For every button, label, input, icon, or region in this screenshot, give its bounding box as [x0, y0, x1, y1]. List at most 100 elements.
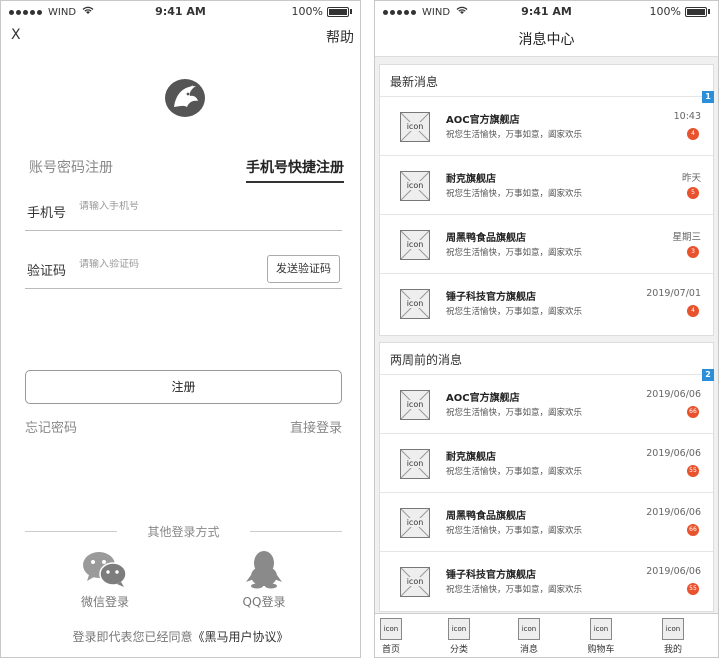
message-time: 2019/06/06	[646, 507, 701, 518]
battery-icon	[685, 6, 707, 17]
section-heading: 两周前的消息 2	[380, 343, 714, 381]
section-heading-text: 两周前的消息	[390, 353, 463, 367]
close-button[interactable]: X	[11, 27, 21, 43]
message-item[interactable]: icon 周黑鸭食品旗舰店祝您生活愉快，万事如意，阖家欢乐 星期三 3	[380, 215, 713, 274]
message-item[interactable]: icon 耐克旗舰店祝您生活愉快，万事如意，阖家欢乐 昨天 5	[380, 156, 713, 215]
section-heading-text: 最新消息	[390, 75, 439, 89]
agreement-link[interactable]: 《黑马用户协议》	[193, 630, 289, 644]
unread-count-badge: 66	[687, 524, 699, 536]
store-avatar-label: icon	[405, 122, 425, 131]
store-name: 锤子科技官方旗舰店	[446, 570, 536, 581]
store-name: 周黑鸭食品旗舰店	[446, 233, 526, 244]
page-title: 消息中心	[375, 23, 718, 57]
message-preview: 祝您生活愉快，万事如意，阖家欢乐	[446, 189, 583, 199]
message-time: 昨天	[681, 173, 701, 184]
store-name: AOC官方旗舰店	[446, 393, 520, 404]
message-time: 2019/06/06	[646, 389, 701, 400]
store-name: AOC官方旗舰店	[446, 115, 520, 126]
code-field: 验证码 发送验证码	[25, 249, 342, 289]
store-avatar-label: icon	[405, 577, 425, 586]
tab-messages-label: 消息	[519, 645, 538, 655]
message-preview: 祝您生活愉快，万事如意，阖家欢乐	[446, 526, 583, 536]
message-time: 10:43	[673, 111, 701, 122]
unread-count-badge: 55	[687, 465, 699, 477]
other-login-divider: 其他登录方式	[25, 523, 342, 539]
battery-percent: 100%	[291, 5, 323, 18]
message-center-screen: WIND 9:41 AM 100% 消息中心 最新消息 1 icon AOC官方旗舰店…	[374, 0, 719, 658]
unread-count-badge: 5	[687, 187, 699, 199]
unread-count-badge: 3	[687, 246, 699, 258]
register-button[interactable]: 注册	[25, 370, 342, 404]
tab-category-icon: icon	[448, 618, 470, 640]
message-item[interactable]: icon 周黑鸭食品旗舰店 祝您生活愉快，万事如意，阖家欢乐 2019/06/06 66	[380, 493, 713, 552]
store-name: 周黑鸭食品旗舰店	[446, 511, 526, 522]
unread-count-badge: 4	[687, 128, 699, 140]
store-avatar-icon: icon	[400, 230, 430, 260]
tab-cart[interactable]: icon 购物车	[581, 618, 621, 655]
store-name: 耐克旗舰店	[446, 452, 496, 463]
message-item[interactable]: icon AOC官方旗舰店祝您生活愉快，万事如意，阖家欢乐 2019/06/06 66	[380, 375, 713, 434]
store-avatar-icon: icon	[400, 289, 430, 319]
message-preview: 祝您生活愉快，万事如意，阖家欢乐	[446, 307, 583, 317]
phone-field: 手机号	[25, 191, 342, 231]
store-avatar-icon: icon	[400, 112, 430, 142]
store-avatar-icon: icon	[400, 567, 430, 597]
message-preview: 祝您生活愉快，万事如意，阖家欢乐	[446, 585, 583, 595]
forgot-password-link[interactable]: 忘记密码	[25, 417, 77, 436]
message-preview: 祝您生活愉快，万事如意，阖家欢乐	[446, 408, 583, 418]
store-name: 耐克旗舰店	[446, 174, 496, 185]
message-item[interactable]: icon 锤子科技官方旗舰店祝您生活愉快，万事如意，阖家欢乐 2019/06/06 5…	[380, 552, 713, 611]
tab-messages[interactable]: icon 消息	[509, 618, 549, 655]
store-avatar-icon: icon	[400, 449, 430, 479]
battery-indicator: 100%	[650, 5, 710, 18]
store-avatar-label: icon	[405, 459, 425, 468]
help-button[interactable]: 帮助	[326, 27, 354, 47]
message-item[interactable]: icon AOC官方旗舰店祝您生活愉快，万事如意，阖家欢乐 10:43 4	[380, 97, 713, 156]
status-bar: WIND 9:41 AM 100%	[1, 1, 360, 23]
wechat-login-label: 微信登录	[80, 595, 129, 609]
tab-account-register[interactable]: 账号密码注册	[29, 157, 113, 177]
tab-home-label: 首页	[381, 645, 400, 655]
send-code-button[interactable]: 发送验证码	[267, 255, 340, 283]
wechat-login-button[interactable]: 微信登录	[65, 549, 145, 610]
tab-cart-label: 购物车	[587, 645, 615, 655]
phone-input[interactable]	[79, 201, 259, 212]
message-preview: 祝您生活愉快，万事如意，阖家欢乐	[446, 248, 583, 258]
wechat-icon	[65, 549, 145, 589]
store-avatar-label: icon	[405, 299, 425, 308]
tab-category[interactable]: icon 分类	[439, 618, 479, 655]
status-bar: WIND 9:41 AM 100%	[375, 1, 718, 23]
tab-profile-icon: icon	[662, 618, 684, 640]
bottom-tab-bar: icon 首页 icon 分类 icon 消息 icon 购物车 icon 我的	[375, 613, 718, 657]
store-name: 锤子科技官方旗舰店	[446, 292, 536, 303]
store-avatar-label: icon	[405, 240, 425, 249]
tab-messages-icon: icon	[518, 618, 540, 640]
store-avatar-icon: icon	[400, 171, 430, 201]
qq-login-button[interactable]: QQ登录	[224, 549, 304, 610]
store-avatar-icon: icon	[400, 390, 430, 420]
tab-profile[interactable]: icon 我的	[653, 618, 693, 655]
message-item[interactable]: icon 耐克旗舰店 祝您生活愉快，万事如意，阖家欢乐 2019/06/06 55	[380, 434, 713, 493]
tab-cart-icon: icon	[590, 618, 612, 640]
battery-percent: 100%	[649, 5, 681, 18]
qq-login-label: QQ登录	[242, 595, 286, 609]
tab-home-icon: icon	[380, 618, 402, 640]
agreement-text: 登录即代表您已经同意《黑马用户协议》	[1, 628, 360, 645]
battery-indicator: 100%	[292, 5, 352, 18]
unread-count-badge: 4	[687, 305, 699, 317]
code-input[interactable]	[79, 259, 259, 270]
message-preview: 祝您生活愉快，万事如意，阖家欢乐	[446, 130, 583, 140]
direct-login-link[interactable]: 直接登录	[290, 417, 342, 436]
tab-home[interactable]: icon 首页	[375, 618, 411, 655]
message-time: 2019/07/01	[646, 288, 701, 299]
phone-label: 手机号	[27, 206, 67, 221]
message-section-latest: 最新消息 1 icon AOC官方旗舰店 祝您生活愉快，万事如意，阖家欢乐 10:43 4 i…	[379, 64, 714, 336]
unread-count-badge: 66	[687, 406, 699, 418]
message-time: 星期三	[672, 232, 701, 243]
message-time: 2019/06/06	[646, 566, 701, 577]
message-preview: 祝您生活愉快，万事如意，阖家欢乐	[446, 467, 583, 477]
message-item[interactable]: icon 锤子科技官方旗舰店祝您生活愉快，万事如意，阖家欢乐 2019/07/01 4	[380, 274, 713, 333]
store-avatar-label: icon	[405, 181, 425, 190]
unread-count-badge: 55	[687, 583, 699, 595]
tab-phone-register[interactable]: 手机号快捷注册	[246, 157, 344, 183]
